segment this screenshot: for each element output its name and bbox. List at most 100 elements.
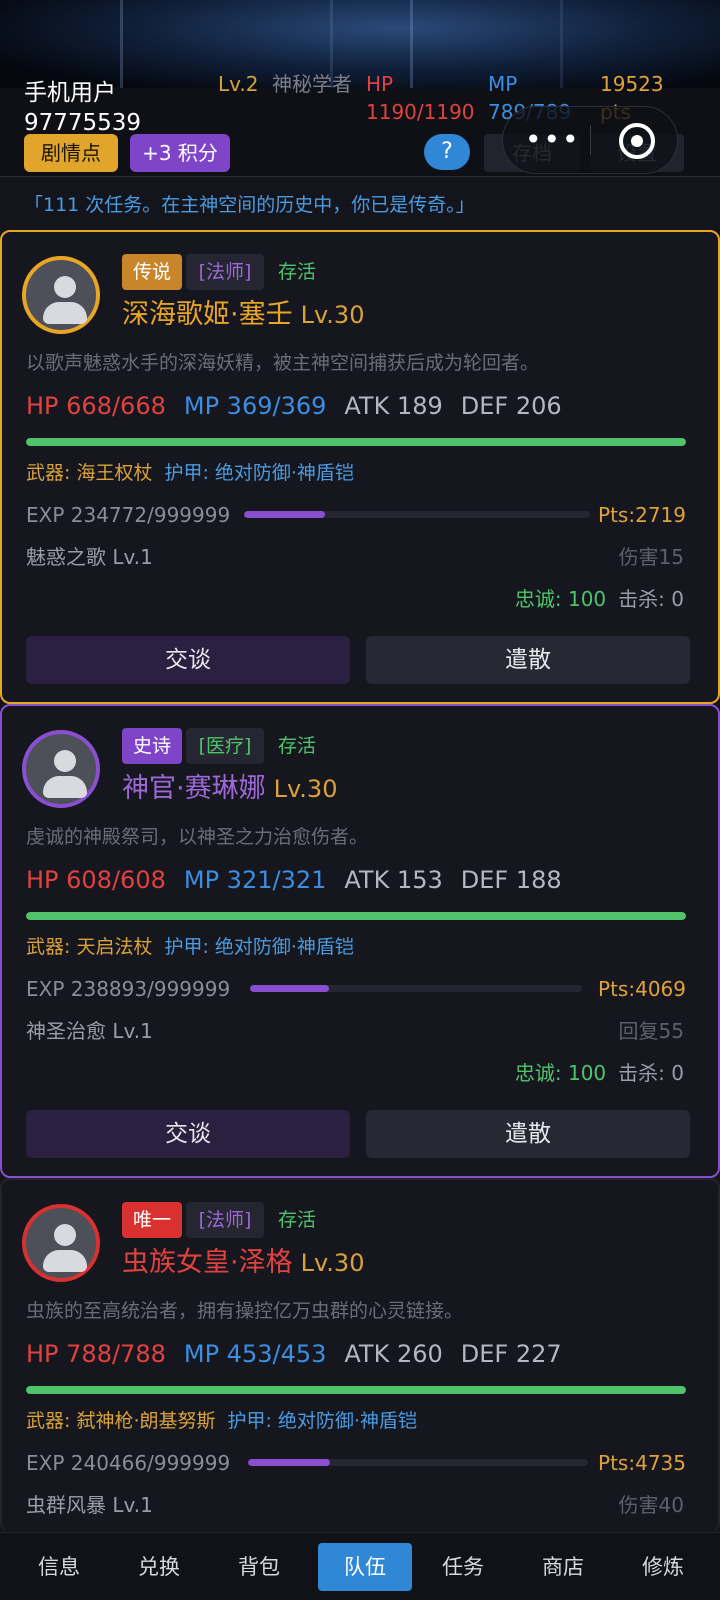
add-points-button[interactable]: +3 积分	[130, 134, 230, 172]
member-card: 唯一 [法师] 存活 虫族女皇·泽格 Lv.30 虫族的至高统治者，拥有操控亿万虫…	[0, 1178, 720, 1532]
armor-label: 护甲: 绝对防御·神盾铠	[164, 936, 354, 958]
nav-shop[interactable]: 商店	[518, 1543, 608, 1591]
member-name: 深海歌姬·塞壬	[122, 299, 293, 330]
member-description: 虫族的至高统治者，拥有操控亿万虫群的心灵链接。	[26, 1300, 464, 1322]
avatar-head	[54, 1224, 76, 1246]
def-value: DEF 206	[460, 392, 562, 420]
member-name: 神官·赛琳娜	[122, 773, 266, 804]
class-badge: [法师]	[186, 254, 264, 290]
hp-bar	[26, 438, 686, 446]
def-value: DEF 227	[460, 1340, 562, 1368]
skill-name: 神圣治愈 Lv.1	[26, 1019, 153, 1043]
member-name: 虫族女皇·泽格	[122, 1247, 293, 1278]
member-level: Lv.30	[300, 301, 365, 329]
avatar-head	[54, 276, 76, 298]
member-stats: HP 608/608 MP 321/321 ATK 153 DEF 188	[26, 862, 580, 898]
rarity-badge: 史诗	[122, 728, 182, 764]
exp-bar	[248, 1459, 588, 1466]
hp-bar	[26, 1386, 686, 1394]
capsule-divider	[590, 125, 591, 155]
exp-row: EXP 238893/999999 Pts:4069	[26, 974, 686, 1004]
exp-bar-fill	[244, 511, 326, 518]
member-name-line: 虫族女皇·泽格 Lv.30	[122, 1244, 364, 1282]
dismiss-button[interactable]: 遣散	[366, 1110, 690, 1158]
weapon-label: 武器: 弑神枪·朗基努斯	[26, 1410, 216, 1432]
equipment-line: 武器: 弑神枪·朗基努斯 护甲: 绝对防御·神盾铠	[26, 1406, 417, 1436]
hp-value: HP 608/608	[26, 866, 166, 894]
player-hp: HP 1190/1190	[366, 72, 475, 124]
nav-training[interactable]: 修炼	[618, 1543, 708, 1591]
avatar-body	[43, 776, 87, 798]
kills-value: 击杀: 0	[618, 1061, 684, 1085]
exp-text: EXP 240466/999999	[26, 1451, 231, 1475]
more-options-icon[interactable]: •••	[525, 123, 581, 156]
class-badge: [法师]	[186, 1202, 264, 1238]
def-value: DEF 188	[460, 866, 562, 894]
skill-name: 魅惑之歌 Lv.1	[26, 545, 153, 569]
member-name-line: 神官·赛琳娜 Lv.30	[122, 770, 337, 808]
member-stats: HP 788/788 MP 453/453 ATK 260 DEF 227	[26, 1336, 580, 1372]
armor-label: 护甲: 绝对防御·神盾铠	[164, 462, 354, 484]
loyalty-value: 忠诚: 100	[514, 587, 607, 611]
weapon-label: 武器: 海王权杖	[26, 462, 153, 484]
exp-bar	[244, 511, 590, 518]
skill-value: 伤害15	[618, 545, 684, 569]
hp-bar-fill	[26, 912, 686, 920]
hp-value: HP 668/668	[26, 392, 166, 420]
member-description: 以歌声魅惑水手的深海妖精，被主神空间捕获后成为轮回者。	[26, 352, 540, 374]
talk-button[interactable]: 交谈	[26, 1110, 350, 1158]
exp-text: EXP 238893/999999	[26, 977, 231, 1001]
nav-team[interactable]: 队伍	[318, 1543, 412, 1591]
close-miniprogram-icon[interactable]	[619, 123, 655, 159]
nav-backpack[interactable]: 背包	[214, 1543, 304, 1591]
member-card: 史诗 [医疗] 存活 神官·赛琳娜 Lv.30 虔诚的神殿祭司，以神圣之力治愈伤者…	[0, 704, 720, 1178]
legend-quote: 「111 次任务。在主神空间的历史中，你已是传奇。」	[24, 194, 475, 216]
loyalty-value: 忠诚: 100	[514, 1061, 607, 1085]
member-stats: HP 668/668 MP 369/369 ATK 189 DEF 206	[26, 388, 580, 424]
member-card: 传说 [法师] 存活 深海歌姬·塞壬 Lv.30 以歌声魅惑水手的深海妖精，被主神…	[0, 230, 720, 704]
skill-name: 虫群风暴 Lv.1	[26, 1493, 153, 1517]
atk-value: ATK 260	[344, 1340, 443, 1368]
exp-bar-fill	[250, 985, 330, 992]
status-badge: 存活	[278, 1209, 317, 1231]
nav-info[interactable]: 信息	[14, 1543, 104, 1591]
atk-value: ATK 189	[344, 392, 443, 420]
help-button[interactable]: ?	[424, 134, 470, 170]
class-badge: [医疗]	[186, 728, 264, 764]
bottom-nav: 信息 兑换 背包 队伍 任务 商店 修炼	[0, 1532, 720, 1600]
rarity-badge: 传说	[122, 254, 182, 290]
avatar-body	[43, 302, 87, 324]
skill-value: 回复55	[618, 1019, 684, 1043]
weapon-label: 武器: 天启法杖	[26, 936, 153, 958]
member-description: 虔诚的神殿祭司，以神圣之力治愈伤者。	[26, 826, 369, 848]
exp-text: EXP 234772/999999	[26, 503, 231, 527]
hp-bar	[26, 912, 686, 920]
player-level: Lv.2	[218, 72, 259, 96]
mp-value: MP 321/321	[183, 866, 327, 894]
header-divider	[0, 176, 720, 177]
exp-row: EXP 240466/999999 Pts:4735	[26, 1448, 686, 1478]
loyalty-kills: 忠诚: 100 击杀: 0	[515, 584, 684, 614]
dismiss-button[interactable]: 遣散	[366, 636, 690, 684]
rarity-badge: 唯一	[122, 1202, 182, 1238]
avatar-body	[43, 1250, 87, 1272]
hp-value: HP 788/788	[26, 1340, 166, 1368]
equipment-line: 武器: 海王权杖 护甲: 绝对防御·神盾铠	[26, 458, 354, 488]
exp-bar	[250, 985, 582, 992]
kills-value: 击杀: 0	[618, 587, 684, 611]
player-username: 手机用户97775539	[24, 80, 142, 136]
player-class: 神秘学者	[272, 72, 352, 96]
talk-button[interactable]: 交谈	[26, 636, 350, 684]
avatar-head	[54, 750, 76, 772]
armor-label: 护甲: 绝对防御·神盾铠	[227, 1410, 417, 1432]
plot-points-button[interactable]: 剧情点	[24, 134, 118, 172]
avatar	[22, 256, 100, 334]
hp-bar-fill	[26, 438, 686, 446]
status-badge: 存活	[278, 735, 317, 757]
nav-exchange[interactable]: 兑换	[114, 1543, 204, 1591]
nav-quests[interactable]: 任务	[418, 1543, 508, 1591]
member-points: Pts:4735	[598, 1451, 686, 1475]
member-level: Lv.30	[273, 775, 338, 803]
loyalty-kills: 忠诚: 100 击杀: 0	[515, 1058, 684, 1088]
equipment-line: 武器: 天启法杖 护甲: 绝对防御·神盾铠	[26, 932, 354, 962]
